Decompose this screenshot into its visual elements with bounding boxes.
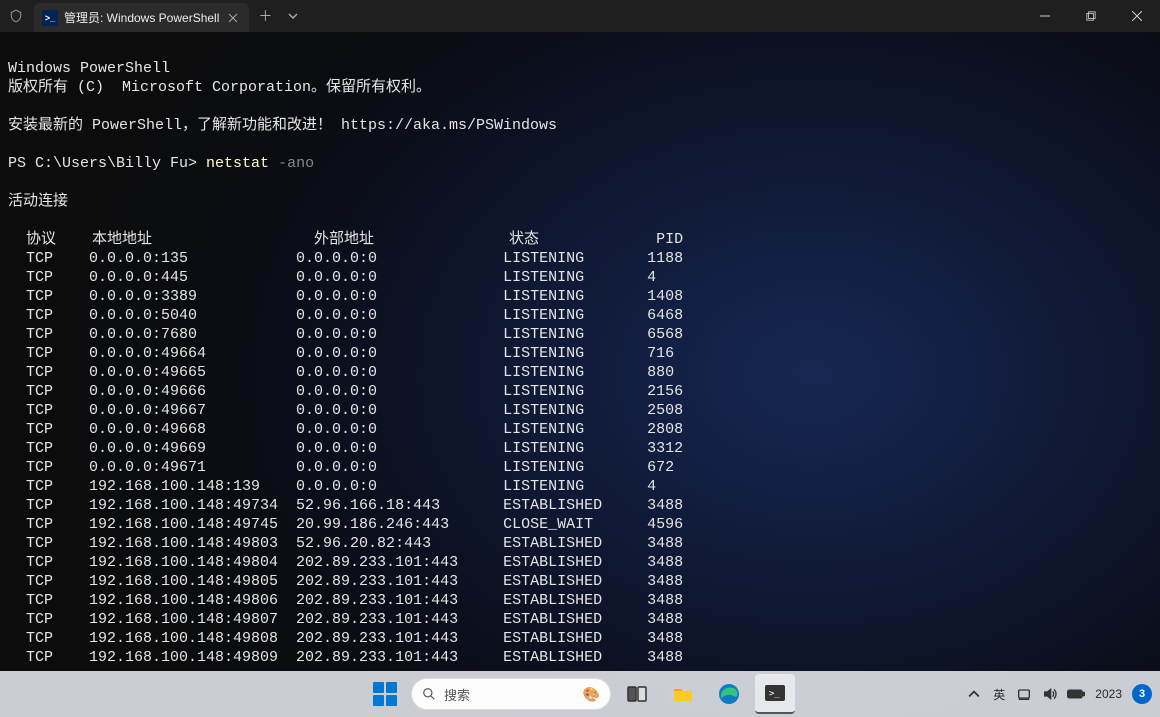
search-decoration-icon: 🎨 <box>583 686 600 703</box>
task-view-button[interactable] <box>617 674 657 714</box>
search-box[interactable]: 搜索 🎨 <box>411 678 611 710</box>
folder-icon <box>671 682 695 706</box>
tab-dropdown-button[interactable] <box>281 0 305 32</box>
terminal-icon: >_ <box>763 681 787 705</box>
edge-button[interactable] <box>709 674 749 714</box>
tray-overflow-button[interactable] <box>965 685 983 703</box>
taskbar-center: 搜索 🎨 >_ <box>365 674 795 714</box>
ime-indicator[interactable]: 英 <box>993 686 1005 703</box>
minimize-button[interactable] <box>1022 0 1068 32</box>
start-button[interactable] <box>365 674 405 714</box>
close-button[interactable] <box>1114 0 1160 32</box>
maximize-button[interactable] <box>1068 0 1114 32</box>
window-titlebar: >_ 管理员: Windows PowerShell ＋ <box>0 0 1160 32</box>
prompt: PS C:\Users\Billy Fu> <box>8 155 206 172</box>
banner-line: 安装最新的 PowerShell，了解新功能和改进！ https://aka.m… <box>8 117 557 134</box>
search-icon <box>422 687 436 701</box>
network-icon[interactable] <box>1015 685 1033 703</box>
battery-icon[interactable] <box>1067 685 1085 703</box>
clock[interactable]: 2023 <box>1095 687 1122 701</box>
command-arg: -ano <box>269 155 314 172</box>
terminal-taskbar-button[interactable]: >_ <box>755 674 795 714</box>
notification-badge[interactable]: 3 <box>1132 684 1152 704</box>
powershell-icon: >_ <box>42 10 58 26</box>
window-controls <box>1022 0 1160 32</box>
netstat-table: 协议 本地地址 外部地址 状态 PID TCP 0.0.0.0:135 0.0.… <box>8 231 683 666</box>
new-tab-button[interactable]: ＋ <box>249 0 281 32</box>
taskbar: 搜索 🎨 >_ 英 2 <box>0 671 1160 717</box>
notification-count: 3 <box>1139 688 1145 700</box>
volume-icon[interactable] <box>1041 685 1059 703</box>
banner-line: Windows PowerShell <box>8 60 170 77</box>
system-tray: 英 2023 3 <box>965 684 1152 704</box>
search-placeholder: 搜索 <box>444 685 470 704</box>
terminal-output[interactable]: Windows PowerShell 版权所有 (C) Microsoft Co… <box>0 32 1160 667</box>
windows-logo-icon <box>373 682 397 706</box>
task-view-icon <box>625 682 649 706</box>
banner-line: 版权所有 (C) Microsoft Corporation。保留所有权利。 <box>8 79 431 96</box>
admin-shield-icon <box>0 0 32 32</box>
tab-close-button[interactable] <box>225 10 241 26</box>
svg-text:>_: >_ <box>769 689 780 699</box>
edge-icon <box>717 682 741 706</box>
file-explorer-button[interactable] <box>663 674 703 714</box>
tab-powershell[interactable]: >_ 管理员: Windows PowerShell <box>34 3 249 32</box>
command-name: netstat <box>206 155 269 172</box>
section-header: 活动连接 <box>8 193 68 210</box>
tab-title: 管理员: Windows PowerShell <box>64 9 219 26</box>
